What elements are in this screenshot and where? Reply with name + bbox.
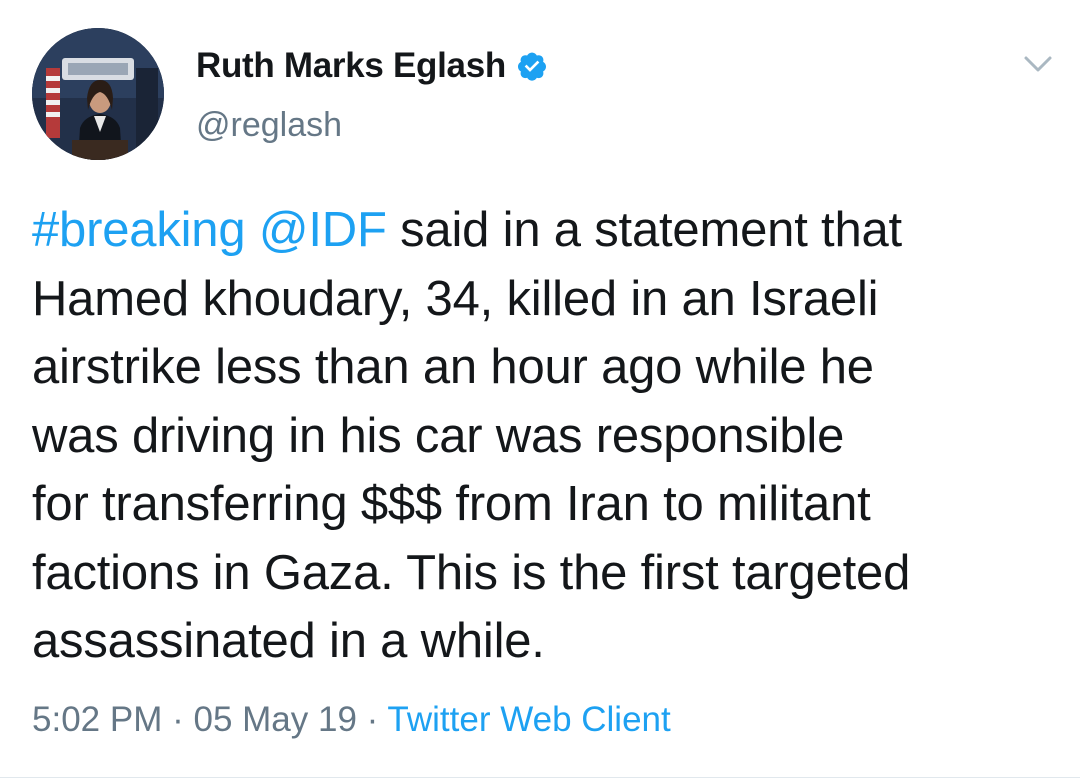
tweet-metadata: 5:02 PM · 05 May 19 · Twitter Web Client: [32, 700, 671, 740]
author-handle[interactable]: @reglash: [196, 106, 342, 145]
tweet-text-line: airstrike less than an hour ago while he: [32, 340, 874, 394]
avatar[interactable]: [32, 28, 164, 160]
meta-separator: ·: [172, 700, 184, 739]
divider: [0, 777, 1080, 778]
tweet-text-line: assassinated in a while.: [32, 614, 545, 668]
hashtag-link[interactable]: #breaking: [32, 203, 246, 257]
author-name-row: Ruth Marks Eglash: [196, 44, 548, 88]
tweet-text-segment: said in a statement that: [386, 203, 902, 257]
tweet-text: #breaking @IDF said in a statement that …: [32, 196, 1052, 676]
chevron-down-icon[interactable]: [1020, 50, 1056, 78]
author-display-name[interactable]: Ruth Marks Eglash: [196, 46, 506, 86]
tweet-date[interactable]: 05 May 19: [193, 700, 356, 739]
avatar-photo: [32, 28, 164, 160]
tweet-text-line: for transferring $$$ from Iran to milita…: [32, 477, 871, 531]
tweet-text-line: factions in Gaza. This is the first targ…: [32, 545, 911, 600]
tweet-time[interactable]: 5:02 PM: [32, 700, 162, 739]
meta-separator: ·: [366, 700, 379, 739]
tweet-text-line: Hamed khoudary, 34, killed in an Israeli: [32, 271, 879, 326]
tweet-text-line: #breaking @IDF said in a statement that: [32, 196, 1052, 265]
tweet-text-line: was driving in his car was responsible: [32, 408, 845, 463]
verified-badge-icon: [516, 50, 548, 82]
tweet-card: Ruth Marks Eglash @reglash #breaking @ID…: [0, 0, 1080, 780]
mention-link[interactable]: @IDF: [259, 203, 387, 257]
tweet-source-link[interactable]: Twitter Web Client: [387, 700, 670, 739]
